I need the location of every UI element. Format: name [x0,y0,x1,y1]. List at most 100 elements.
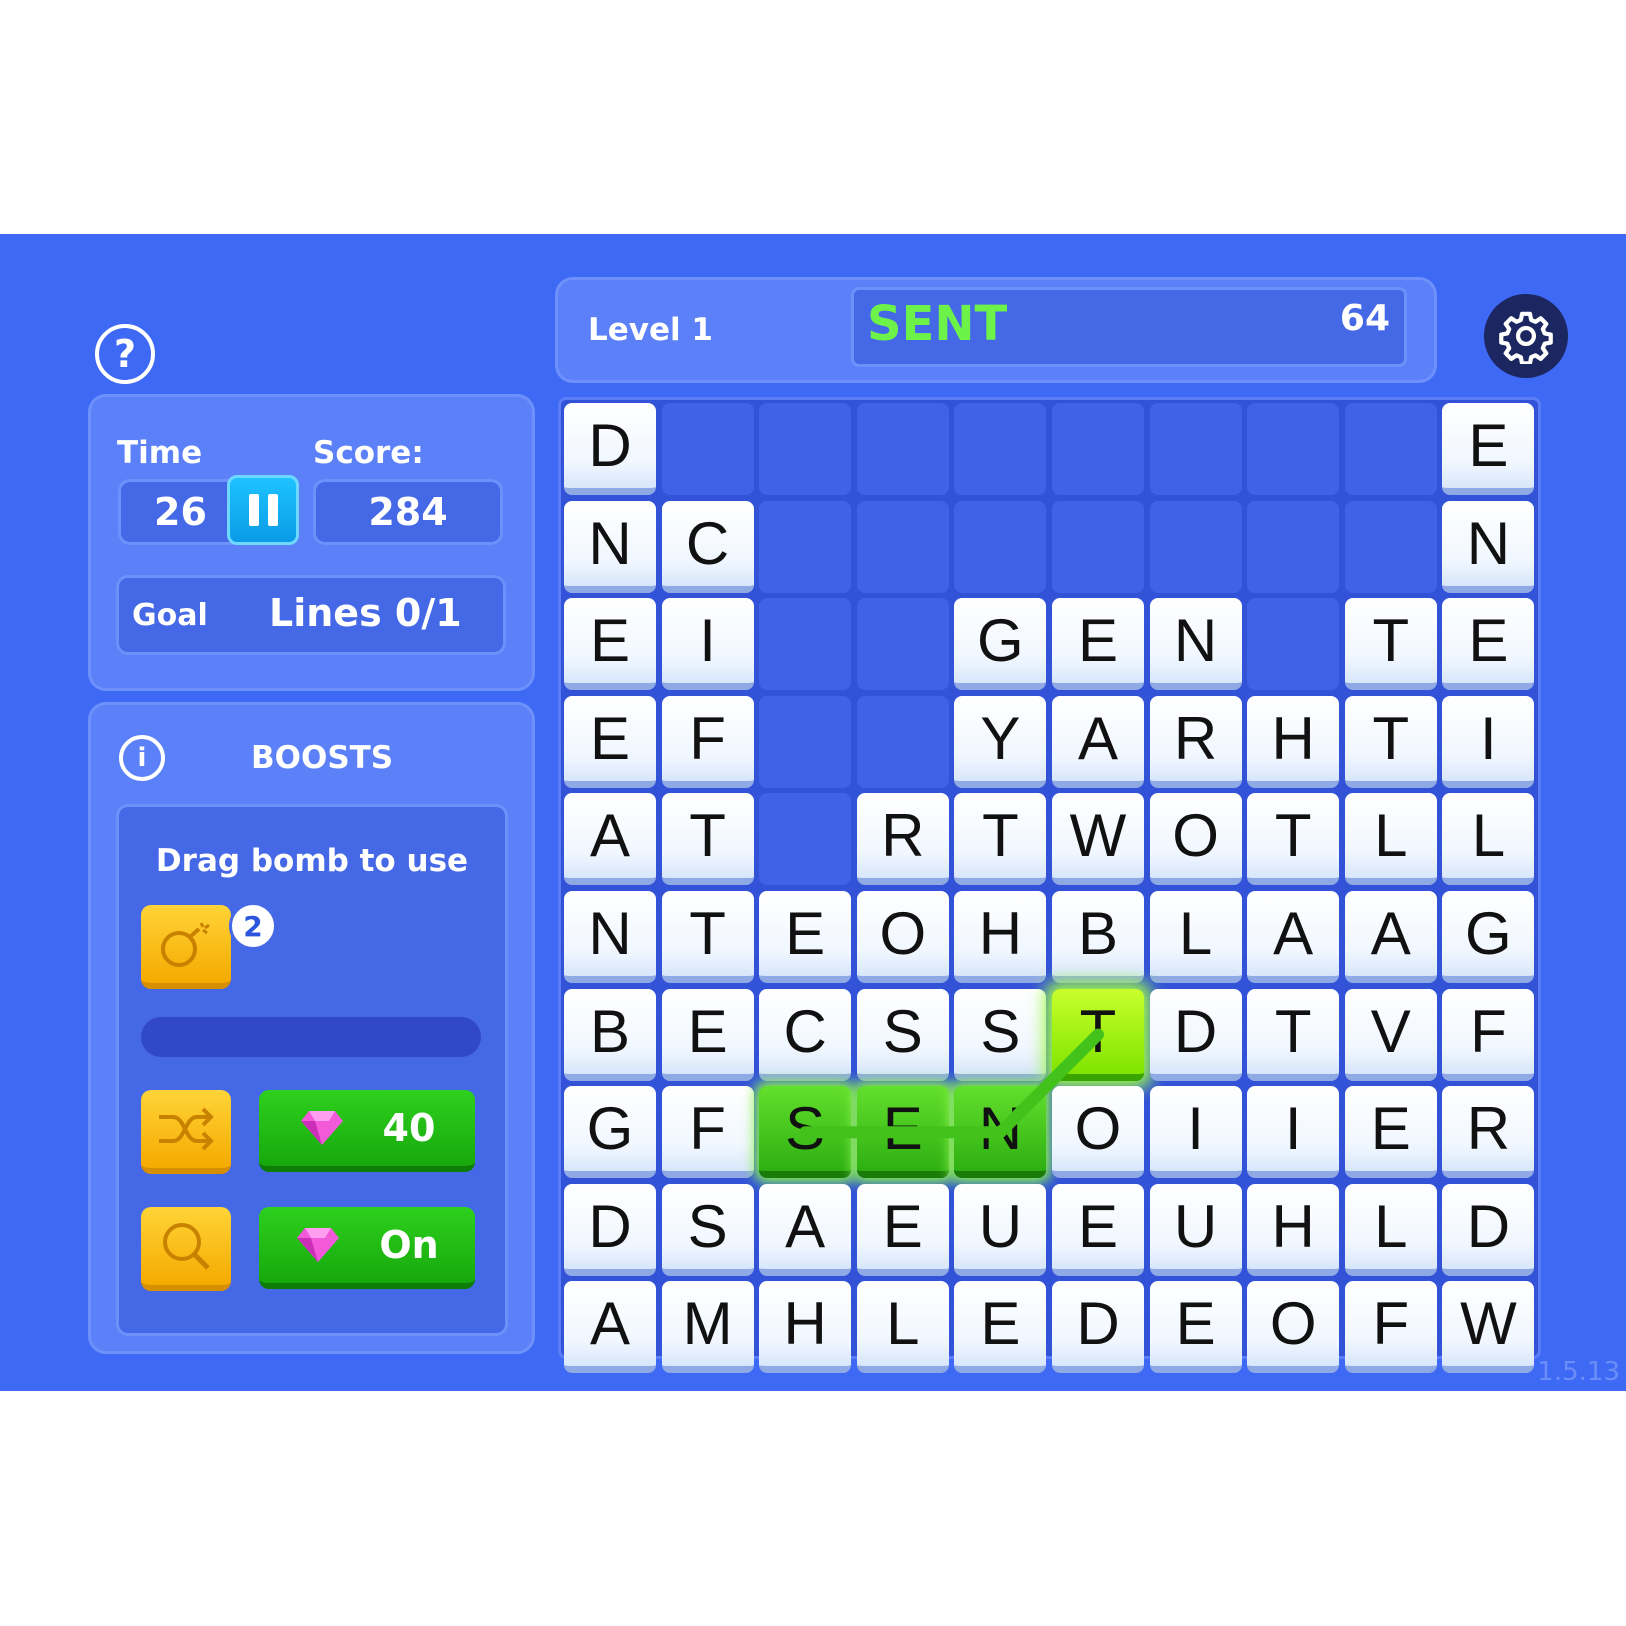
level-word-panel: Level 1 SENT 64 [555,277,1437,383]
empty-cell [759,793,852,886]
letter-tile[interactable]: F [1344,1281,1437,1374]
selected-letter-tile[interactable]: E [856,1086,949,1179]
letter-tile[interactable]: H [954,891,1047,983]
letter-tile[interactable]: U [954,1183,1047,1276]
letter-tile[interactable]: D [1149,988,1242,1081]
empty-cell [1052,500,1144,593]
letter-tile[interactable]: D [564,403,656,495]
letter-tile[interactable]: B [1052,891,1144,983]
letter-tile[interactable]: T [1344,695,1437,788]
letter-tile[interactable]: E [1052,598,1144,691]
letter-tile[interactable]: E [1052,1183,1144,1276]
letter-tile[interactable]: L [1344,1183,1437,1276]
letter-tile[interactable]: C [759,988,852,1081]
letter-tile[interactable]: F [661,695,754,788]
bomb-icon [161,922,210,967]
letter-tile[interactable]: E [1149,1281,1242,1374]
hint-toggle-button[interactable]: On [259,1207,475,1289]
letter-tile[interactable]: F [1442,988,1535,1081]
letter-tile[interactable]: B [564,988,656,1081]
letter-tile[interactable]: E [661,988,754,1081]
gear-icon [1499,311,1553,364]
letter-tile[interactable]: W [1442,1281,1535,1374]
letter-tile[interactable]: L [1442,793,1535,886]
letter-tile[interactable]: A [564,1281,656,1374]
letter-tile[interactable]: V [1344,988,1437,1081]
letter-tile[interactable]: L [1149,891,1242,983]
letter-tile[interactable]: M [661,1281,754,1374]
letter-tile[interactable]: N [1442,500,1535,593]
letter-tile[interactable]: T [661,891,754,983]
letter-tile[interactable]: T [1344,598,1437,691]
letter-tile[interactable]: S [661,1183,754,1276]
letter-tile[interactable]: W [1052,793,1144,886]
letter-tile[interactable]: E [1344,1086,1437,1179]
bomb-boost[interactable] [141,905,231,989]
letter-tile[interactable]: I [661,598,754,691]
time-value: 26 [118,479,243,545]
letter-tile[interactable]: C [661,500,754,593]
letter-tile[interactable]: A [1247,891,1340,983]
letter-tile[interactable]: I [1149,1086,1242,1179]
empty-cell [759,695,852,788]
drag-bomb-hint: Drag bomb to use [155,843,469,879]
info-icon[interactable]: i [119,735,165,781]
letter-tile[interactable]: S [954,988,1047,1081]
letter-tile[interactable]: E [759,891,852,983]
letter-tile[interactable]: A [1344,891,1437,983]
letter-tile[interactable]: H [759,1281,852,1374]
letter-tile[interactable]: F [661,1086,754,1179]
hint-boost[interactable] [141,1207,231,1291]
letter-tile[interactable]: G [1442,891,1535,983]
letter-tile[interactable]: D [1052,1281,1144,1374]
shuffle-boost[interactable] [141,1090,231,1174]
letter-tile[interactable]: Y [954,695,1047,788]
letter-tile[interactable]: T [661,793,754,886]
letter-tile[interactable]: G [954,598,1047,691]
letter-tile[interactable]: I [1247,1086,1340,1179]
shuffle-buy-button[interactable]: 40 [259,1090,475,1172]
letter-tile[interactable]: O [856,891,949,983]
letter-tile[interactable]: L [1344,793,1437,886]
letter-tile[interactable]: G [564,1086,656,1179]
letter-tile[interactable]: A [1052,695,1144,788]
letter-tile[interactable]: D [564,1183,656,1276]
letter-tile[interactable]: T [954,793,1047,886]
empty-cell [954,500,1047,593]
pause-button[interactable] [227,475,299,545]
letter-tile[interactable]: I [1442,695,1535,788]
shuffle-price: 40 [382,1106,436,1150]
letter-tile[interactable]: A [564,793,656,886]
letter-tile[interactable]: E [564,695,656,788]
selected-letter-tile[interactable]: S [759,1086,852,1179]
empty-cell [1052,403,1144,495]
letter-tile[interactable]: E [1442,598,1535,691]
letter-tile[interactable]: T [1247,793,1340,886]
letter-tile[interactable]: N [564,891,656,983]
letter-tile[interactable]: L [856,1281,949,1374]
letter-tile[interactable]: D [1442,1183,1535,1276]
letter-tile[interactable]: O [1149,793,1242,886]
selected-letter-tile[interactable]: T [1052,988,1144,1081]
letter-tile[interactable]: R [1149,695,1242,788]
letter-tile[interactable]: U [1149,1183,1242,1276]
letter-tile[interactable]: E [856,1183,949,1276]
letter-tile[interactable]: E [564,598,656,691]
letter-tile[interactable]: N [1149,598,1242,691]
letter-tile[interactable]: H [1247,695,1340,788]
letter-tile[interactable]: E [1442,403,1535,495]
letter-tile[interactable]: S [856,988,949,1081]
letter-tile[interactable]: R [856,793,949,886]
selected-letter-tile[interactable]: N [954,1086,1047,1179]
letter-tile[interactable]: A [759,1183,852,1276]
letter-tile[interactable]: E [954,1281,1047,1374]
letter-tile[interactable]: O [1052,1086,1144,1179]
letter-tile[interactable]: H [1247,1183,1340,1276]
letter-tile[interactable]: O [1247,1281,1340,1374]
letter-tile[interactable]: N [564,500,656,593]
letter-tile[interactable]: T [1247,988,1340,1081]
help-button[interactable]: ? [95,324,155,384]
settings-button[interactable] [1484,294,1568,378]
letter-tile[interactable]: R [1442,1086,1535,1179]
boosts-panel: i BOOSTS Drag bomb to use 2 40 On [88,702,535,1354]
